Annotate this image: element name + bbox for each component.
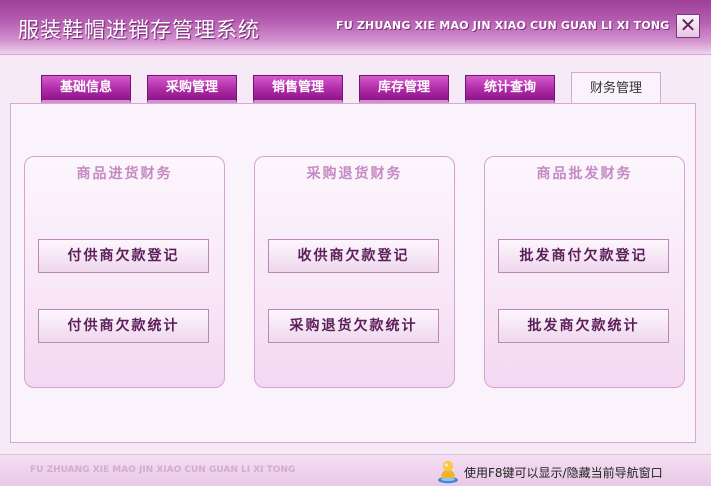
- app-title-pinyin: FU ZHUANG XIE MAO JIN XIAO CUN GUAN LI X…: [336, 19, 670, 32]
- tab-finance[interactable]: 财务管理: [571, 72, 661, 105]
- group-title: 商品批发财务: [536, 166, 633, 182]
- tab-inventory[interactable]: 库存管理: [359, 75, 449, 103]
- tab-bar: 基础信息 采购管理 销售管理 库存管理 统计查询 财务管理: [0, 72, 711, 105]
- group-wholesale-finance: 商品批发财务 批发商付欠款登记 批发商欠款统计: [484, 156, 685, 388]
- supplier-debt-register-button[interactable]: 付供商欠款登记: [38, 239, 209, 273]
- status-bar: FU ZHUANG XIE MAO JIN XIAO CUN GUAN LI X…: [0, 454, 711, 486]
- wholesaler-debt-stats-button[interactable]: 批发商欠款统计: [498, 309, 669, 343]
- app-title: 服装鞋帽进销存管理系统: [18, 18, 260, 42]
- group-purchase-finance: 商品进货财务 付供商欠款登记 付供商欠款统计: [24, 156, 225, 388]
- finance-panel: 商品进货财务 付供商欠款登记 付供商欠款统计 采购退货财务 收供商欠款登记 采购…: [10, 103, 696, 443]
- tab-sales[interactable]: 销售管理: [253, 75, 343, 103]
- title-bar: 服装鞋帽进销存管理系统 FU ZHUANG XIE MAO JIN XIAO C…: [0, 0, 711, 55]
- tab-statistics[interactable]: 统计查询: [465, 75, 555, 103]
- return-debt-stats-button[interactable]: 采购退货欠款统计: [268, 309, 439, 343]
- close-icon: ✕: [679, 13, 697, 37]
- user-hint-icon: [438, 460, 458, 484]
- tab-basic-info[interactable]: 基础信息: [41, 75, 131, 103]
- supplier-receivable-register-button[interactable]: 收供商欠款登记: [268, 239, 439, 273]
- group-title: 商品进货财务: [76, 166, 173, 182]
- tab-purchase[interactable]: 采购管理: [147, 75, 237, 103]
- f8-hint-text: 使用F8键可以显示/隐藏当前导航窗口: [464, 466, 663, 480]
- group-return-finance: 采购退货财务 收供商欠款登记 采购退货欠款统计: [254, 156, 455, 388]
- footer-pinyin: FU ZHUANG XIE MAO JIN XIAO CUN GUAN LI X…: [30, 465, 296, 475]
- wholesaler-debt-register-button[interactable]: 批发商付欠款登记: [498, 239, 669, 273]
- close-button[interactable]: ✕: [676, 14, 700, 38]
- group-title: 采购退货财务: [306, 166, 403, 182]
- supplier-debt-stats-button[interactable]: 付供商欠款统计: [38, 309, 209, 343]
